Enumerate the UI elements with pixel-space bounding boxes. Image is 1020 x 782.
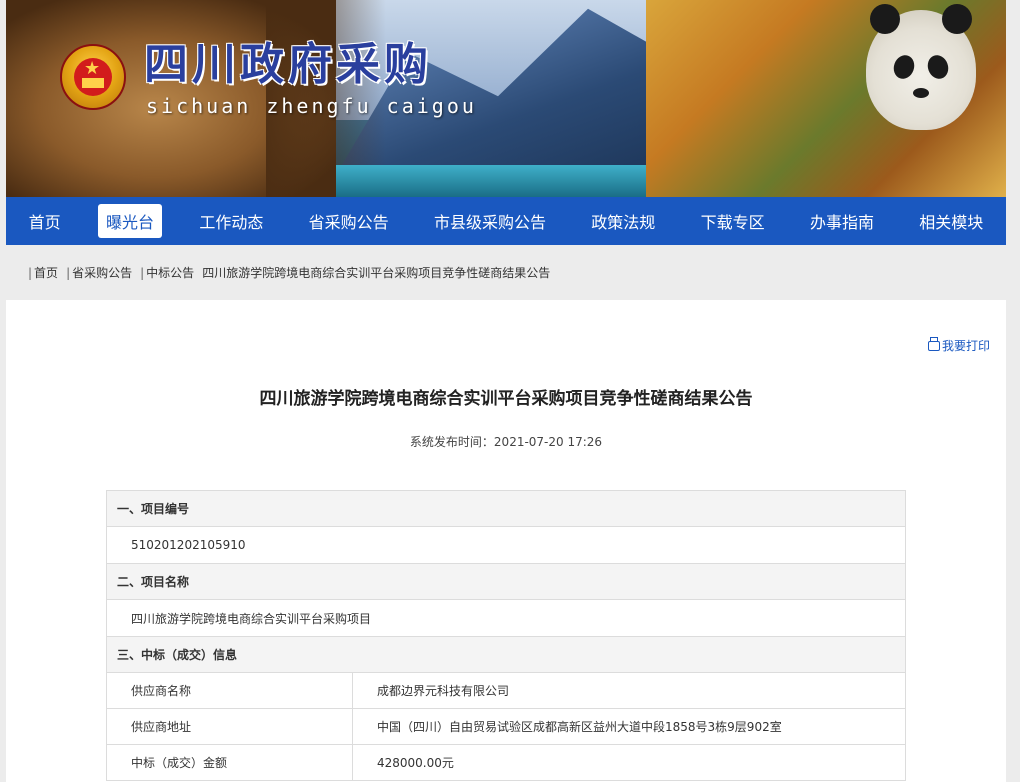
breadcrumb-provincial-notices[interactable]: 省采购公告 xyxy=(72,264,132,281)
nav-item-guide[interactable]: 办事指南 xyxy=(787,204,896,238)
details-table: 一、项目编号 510201202105910 二、项目名称 四川旅游学院跨境电商… xyxy=(106,490,906,781)
nav-item-related-modules[interactable]: 相关模块 xyxy=(897,204,1006,238)
nav-item-exposure[interactable]: 曝光台 xyxy=(83,204,176,238)
award-amount-label: 中标（成交）金额 xyxy=(107,745,353,780)
nav-item-downloads[interactable]: 下载专区 xyxy=(678,204,787,238)
print-label: 我要打印 xyxy=(941,339,990,353)
site-subtitle: sichuan zhengfu caigou xyxy=(146,94,477,118)
article-panel: 我要打印 四川旅游学院跨境电商综合实训平台采购项目竞争性磋商结果公告 系统发布时… xyxy=(6,300,1006,782)
section-header: 二、项目名称 xyxy=(106,564,906,600)
national-emblem-icon: ★ xyxy=(60,44,126,110)
nav-item-city-county-notices[interactable]: 市县级采购公告 xyxy=(411,204,568,238)
supplier-address-value: 中国（四川）自由贸易试验区成都高新区益州大道中段1858号3栋9层902室 xyxy=(377,720,782,734)
banner-lake-image xyxy=(336,165,686,197)
table-row: 供应商地址 中国（四川）自由贸易试验区成都高新区益州大道中段1858号3栋9层9… xyxy=(106,709,906,745)
publish-time: 系统发布时间：2021-07-20 17:26 xyxy=(409,435,603,449)
nav-item-policies[interactable]: 政策法规 xyxy=(569,204,678,238)
page-wrapper: ★ 四川政府采购 sichuan zhengfu caigou 首页 曝光台 工… xyxy=(6,0,1006,300)
table-row: 供应商名称 成都边界元科技有限公司 xyxy=(106,673,906,709)
section-header: 三、中标（成交）信息 xyxy=(106,637,906,673)
main-nav: 首页 曝光台 工作动态 省采购公告 市县级采购公告 政策法规 下载专区 办事指南… xyxy=(6,197,1006,245)
nav-item-provincial-notices[interactable]: 省采购公告 xyxy=(286,204,411,238)
nav-item-work-news[interactable]: 工作动态 xyxy=(177,204,286,238)
supplier-name-label: 供应商名称 xyxy=(107,673,353,708)
section-header: 一、项目编号 xyxy=(106,491,906,527)
project-name: 四川旅游学院跨境电商综合实训平台采购项目 xyxy=(106,600,906,637)
breadcrumb-home[interactable]: 首页 xyxy=(34,264,58,281)
article-title: 四川旅游学院跨境电商综合实训平台采购项目竞争性磋商结果公告 xyxy=(259,389,753,409)
printer-icon xyxy=(927,336,940,351)
print-button[interactable]: 我要打印 xyxy=(927,336,990,354)
panda-image xyxy=(866,4,976,130)
supplier-address-label: 供应商地址 xyxy=(107,709,353,744)
table-row: 中标（成交）金额 428000.00元 xyxy=(106,745,906,781)
breadcrumb-award-notices[interactable]: 中标公告 xyxy=(146,264,194,281)
supplier-name-value: 成都边界元科技有限公司 xyxy=(377,684,510,698)
nav-item-home[interactable]: 首页 xyxy=(6,204,83,238)
header-banner: ★ 四川政府采购 sichuan zhengfu caigou xyxy=(6,0,1006,197)
award-amount-value: 428000.00元 xyxy=(377,756,454,770)
project-number: 510201202105910 xyxy=(106,527,906,564)
site-title: 四川政府采购 xyxy=(144,39,432,90)
breadcrumb: | 首页 | 省采购公告 | 中标公告 四川旅游学院跨境电商综合实训平台采购项目… xyxy=(28,264,551,281)
breadcrumb-current: 四川旅游学院跨境电商综合实训平台采购项目竞争性磋商结果公告 xyxy=(202,266,551,280)
